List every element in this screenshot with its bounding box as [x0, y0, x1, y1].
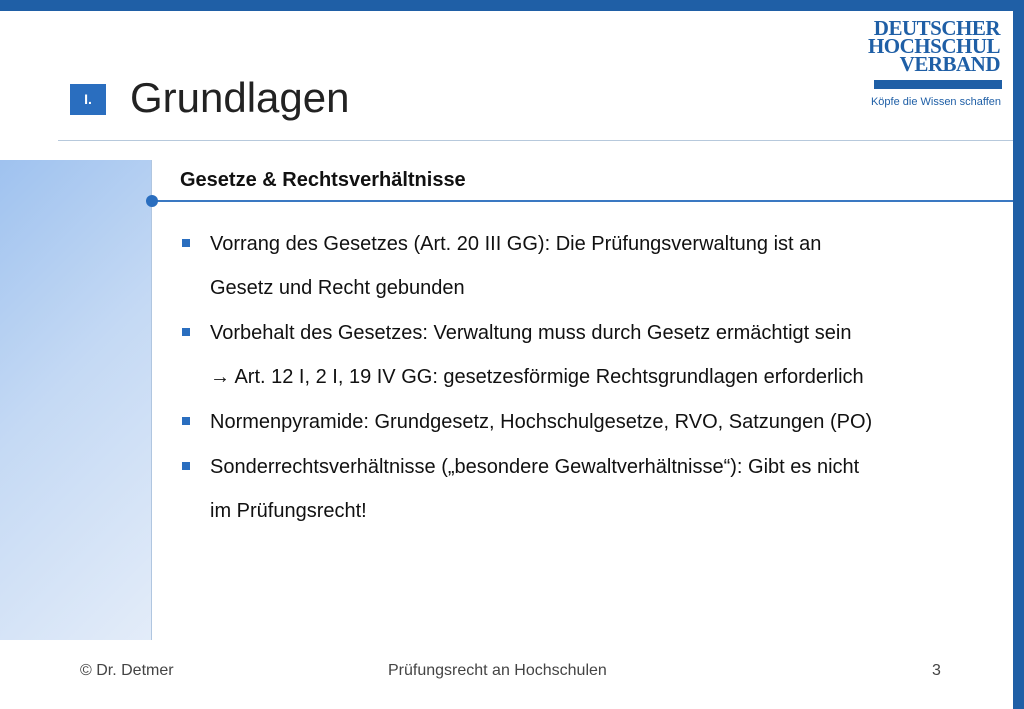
footer-page-number: 3 — [932, 662, 941, 679]
logo: DEUTSCHER HOCHSCHUL VERBAND Köpfe die Wi… — [858, 17, 1008, 117]
section-badge: I. — [70, 84, 106, 115]
square-bullet-icon — [182, 239, 190, 247]
subtitle-divider — [152, 200, 1013, 202]
side-panel-edge — [151, 160, 152, 640]
square-bullet-icon — [182, 462, 190, 470]
footer-course-title: Prüfungsrecht an Hochschulen — [388, 662, 607, 679]
square-bullet-icon — [182, 417, 190, 425]
bullet-text-line: Sonderrechtsverhältnisse („besondere Gew… — [210, 456, 860, 478]
bullet-text-line: Gesetz und Recht gebunden — [210, 277, 465, 299]
bullet-text-line: Vorbehalt des Gesetzes: Verwaltung muss … — [210, 322, 852, 344]
bullet-text-line: Normenpyramide: Grundgesetz, Hochschulge… — [210, 411, 873, 433]
square-bullet-icon — [182, 328, 190, 336]
right-accent-bar — [1013, 0, 1024, 709]
side-gradient-panel — [0, 160, 152, 640]
bullet-item: Sonderrechtsverhältnisse („besondere Gew… — [180, 445, 1000, 533]
bullet-list: Vorrang des Gesetzes (Art. 20 III GG): D… — [180, 222, 1000, 534]
bullet-item: Vorbehalt des Gesetzes: Verwaltung muss … — [180, 311, 1000, 399]
bullet-item: Normenpyramide: Grundgesetz, Hochschulge… — [180, 400, 1000, 444]
logo-stripe — [874, 80, 1002, 89]
subtitle-divider-dot — [146, 195, 158, 207]
page-title: Grundlagen — [130, 74, 350, 121]
footer-author: © Dr. Detmer — [80, 662, 174, 679]
logo-line-3: VERBAND — [899, 52, 1001, 76]
logo-tagline: Köpfe die Wissen schaffen — [870, 96, 1001, 108]
footer: © Dr. Detmer Prüfungsrecht an Hochschule… — [0, 662, 1013, 686]
slide: I. Grundlagen DEUTSCHER HOCHSCHUL VERBAN… — [0, 0, 1024, 709]
bullet-item: Vorrang des Gesetzes (Art. 20 III GG): D… — [180, 222, 1000, 310]
title-divider — [58, 140, 1013, 141]
top-accent-bar — [0, 0, 1024, 11]
bullet-text-line: im Prüfungsrecht! — [210, 500, 367, 522]
section-subtitle: Gesetze & Rechtsverhältnisse — [180, 169, 466, 191]
bullet-text-line: Vorrang des Gesetzes (Art. 20 III GG): D… — [210, 233, 822, 255]
bullet-text-line: → Art. 12 I, 2 I, 19 IV GG: gesetzesförm… — [210, 366, 864, 388]
